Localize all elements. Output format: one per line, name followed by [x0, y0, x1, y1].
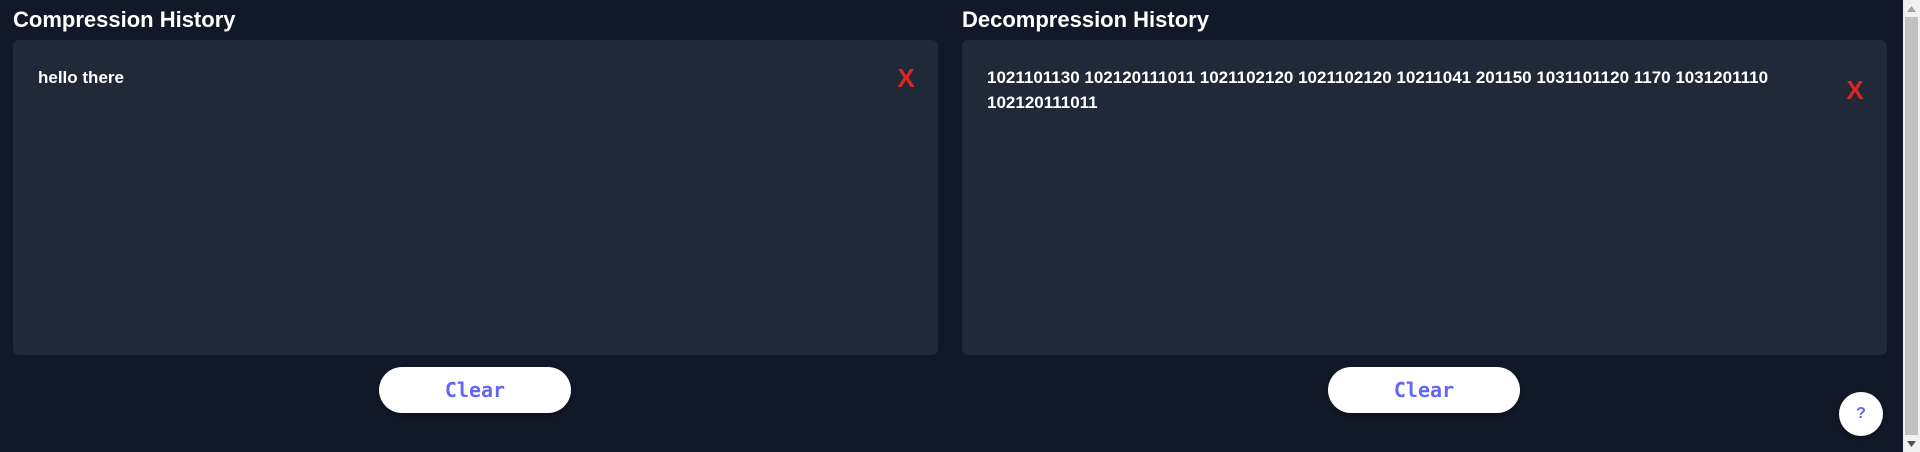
remove-compression-entry-icon[interactable]: X [890, 62, 922, 94]
compression-history-list: hello there X [13, 40, 938, 355]
compression-history-title: Compression History [13, 7, 236, 32]
decompression-history-title: Decompression History [962, 7, 1209, 32]
scrollbar-thumb[interactable] [1905, 17, 1918, 435]
help-button[interactable]: ? [1839, 392, 1883, 436]
remove-decompression-entry-icon[interactable]: X [1839, 74, 1871, 106]
clear-decompression-history-button[interactable]: Clear [1328, 367, 1520, 413]
decompression-history-list: 1021101130 102120111011 1021102120 10211… [962, 40, 1887, 355]
scroll-down-arrow-icon[interactable] [1903, 435, 1920, 452]
compression-history-entry: hello there [38, 68, 124, 87]
scroll-up-arrow-icon[interactable] [1903, 0, 1920, 17]
vertical-scrollbar[interactable] [1903, 0, 1920, 452]
clear-compression-history-button[interactable]: Clear [379, 367, 571, 413]
decompression-history-entry: 1021101130 102120111011 1021102120 10211… [987, 68, 1769, 112]
